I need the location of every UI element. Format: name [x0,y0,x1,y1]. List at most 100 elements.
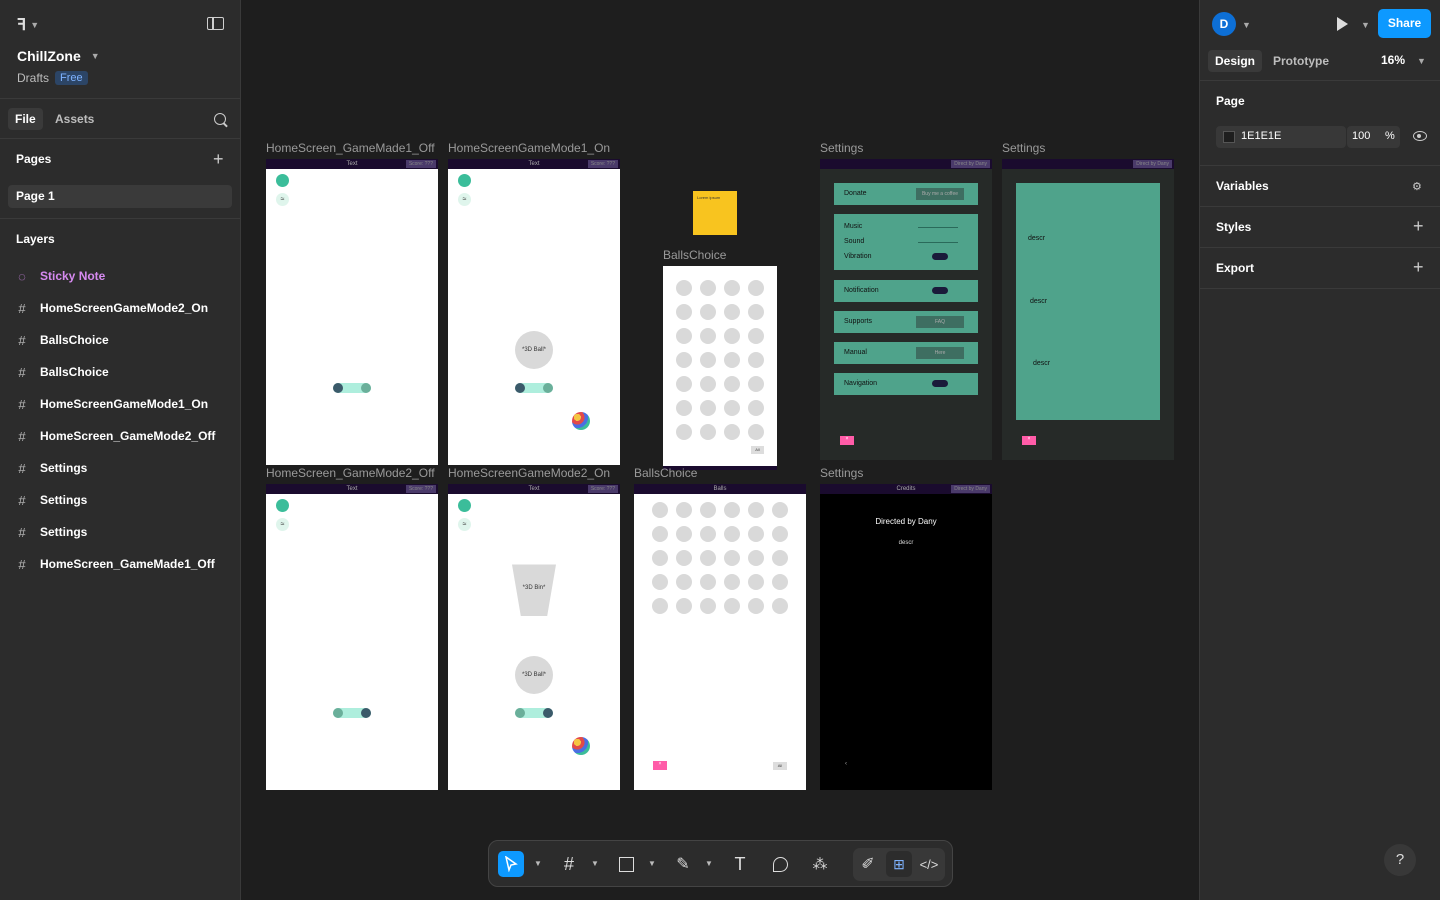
chevron-down-icon[interactable]: ▼ [534,859,542,868]
frame-label[interactable]: Settings [1002,141,1045,155]
frame-label[interactable]: HomeScreen_GameMode2_Off [266,466,435,480]
ball-option [724,304,740,320]
frame-homescreen-gamemode2-off[interactable]: Text Score: ??? ≈ [266,484,438,790]
mode-toggle [515,708,553,718]
ball-option [748,550,764,566]
sliders-icon[interactable]: ⚙ [1412,180,1426,193]
tab-design[interactable]: Design [1208,50,1263,72]
layer-item[interactable]: # HomeScreenGameMode2_On [16,300,208,316]
chevron-down-icon[interactable]: ▼ [648,859,656,868]
variables-heading[interactable]: Variables [1216,179,1269,193]
frame-label[interactable]: Settings [820,141,863,155]
ball-option [652,598,668,614]
frame-homescreen-gamemode1-on[interactable]: Text Score: ??? ≈ *3D Ball* [448,159,620,465]
layer-item[interactable]: # BallsChoice [16,364,108,380]
frame-top-bar: Balls [634,484,806,494]
divider [1200,247,1440,248]
layer-item[interactable]: # Settings [16,492,87,508]
score-tag: Score: ??? [405,160,436,168]
all-button: All [751,446,764,454]
layer-item[interactable]: # Settings [16,460,87,476]
frame-balls-choice-large[interactable]: Balls × All [634,484,806,790]
add-style-icon[interactable]: + [1413,217,1424,235]
present-play-icon[interactable] [1337,17,1348,31]
back-icon: ‹ [845,761,847,767]
credits-desc: descr [898,540,914,546]
bin-3d: *3D Bin* [512,564,556,616]
main-menu-button[interactable]: ꟻ ▼ [17,15,39,35]
row-label: Notification [844,287,879,294]
zoom-level[interactable]: 16% [1381,53,1405,67]
eye-icon[interactable] [1413,131,1427,141]
background-color-field[interactable]: 1E1E1E [1216,126,1346,148]
tab-file[interactable]: File [8,108,43,130]
frame-label[interactable]: HomeScreenGameMode2_On [448,466,610,480]
user-avatar[interactable]: D [1212,12,1236,36]
ball-option [652,526,668,542]
page-item-page-1[interactable]: Page 1 [8,185,232,208]
chevron-down-icon: ▼ [90,51,100,61]
frame-tool-icon[interactable]: # [556,851,582,877]
frame-balls-choice-small[interactable]: All [663,266,777,470]
donate-button: Buy me a coffee [916,188,964,200]
layer-item[interactable]: # BallsChoice [16,332,108,348]
ball-option [748,400,764,416]
frame-icon: # [18,460,26,476]
tab-assets[interactable]: Assets [48,108,101,130]
text-tool-icon[interactable]: T [727,851,753,877]
toggle-knob [361,708,371,718]
frame-settings-2[interactable]: Direct by Dany descr descr descr × [1002,159,1174,460]
sidebar-toggle-icon[interactable] [207,17,224,30]
frame-settings-1[interactable]: Direct by Dany Donate Buy me a coffee Mus… [820,159,992,460]
share-button[interactable]: Share [1378,9,1431,38]
comment-tool-icon[interactable] [767,851,793,877]
divider [1200,206,1440,207]
actions-tool-icon[interactable]: ⁂ [807,851,833,877]
search-icon[interactable] [214,113,226,125]
balls-grid [676,280,764,440]
layer-label: HomeScreen_GameMade1_Off [40,557,215,571]
settings-row-audio: Music Sound Vibration [834,214,978,270]
frame-settings-credits[interactable]: Credits Direct by Dany Directed by Dany d… [820,484,992,790]
layer-item[interactable]: # HomeScreenGameMode1_On [16,396,208,412]
tab-prototype[interactable]: Prototype [1266,50,1336,72]
ball-option [772,598,788,614]
project-name[interactable]: ChillZone ▼ [17,48,100,64]
layer-item[interactable]: # Settings [16,524,87,540]
direct-tag: Direct by Dany [951,485,990,493]
add-page-icon[interactable]: + [213,150,224,168]
help-button[interactable]: ? [1384,844,1416,876]
ball-option [724,376,740,392]
draw-mode-icon[interactable]: ✐ [855,851,881,877]
rectangle-tool-icon[interactable] [613,851,639,877]
chevron-down-icon[interactable]: ▼ [1361,20,1370,30]
frame-label[interactable]: Settings [820,466,863,480]
add-export-icon[interactable]: + [1413,258,1424,276]
layer-item[interactable]: # HomeScreen_GameMade1_Off [16,556,215,572]
chevron-down-icon[interactable]: ▼ [591,859,599,868]
drafts-link[interactable]: Drafts [17,71,49,85]
opacity-field[interactable]: 100 % [1347,126,1400,148]
faq-button: FAQ [916,316,964,328]
canvas[interactable]: HomeScreen_GameMade1_Off HomeScreenGameM… [241,0,1199,900]
frame-homescreen-gamemade1-off[interactable]: Text Score: ??? ≈ [266,159,438,465]
move-tool-icon[interactable] [498,851,524,877]
chevron-down-icon[interactable]: ▼ [1417,56,1426,66]
chevron-down-icon[interactable]: ▼ [1242,20,1251,30]
ball-option [748,352,764,368]
dev-mode-icon[interactable]: </> [916,851,942,877]
frame-label[interactable]: BallsChoice [663,248,726,262]
frame-label[interactable]: HomeScreenGameMode1_On [448,141,610,155]
pen-tool-icon[interactable]: ✎ [670,851,696,877]
layer-item[interactable]: ◌ Sticky Note [16,268,105,284]
color-swatch[interactable] [1223,131,1235,143]
design-mode-icon[interactable]: ⊞ [886,851,912,877]
frame-homescreen-gamemode2-on[interactable]: Text Score: ??? ≈ *3D Bin* *3D Ball* [448,484,620,790]
frame-label[interactable]: HomeScreen_GameMade1_Off [266,141,435,155]
layer-item[interactable]: # HomeScreen_GameMode2_Off [16,428,215,444]
toggle-knob [543,708,553,718]
chevron-down-icon[interactable]: ▼ [705,859,713,868]
frame-label[interactable]: BallsChoice [634,466,697,480]
leaf-icon: ≈ [458,518,471,531]
sticky-note[interactable]: Lorem ipsum [693,191,737,235]
